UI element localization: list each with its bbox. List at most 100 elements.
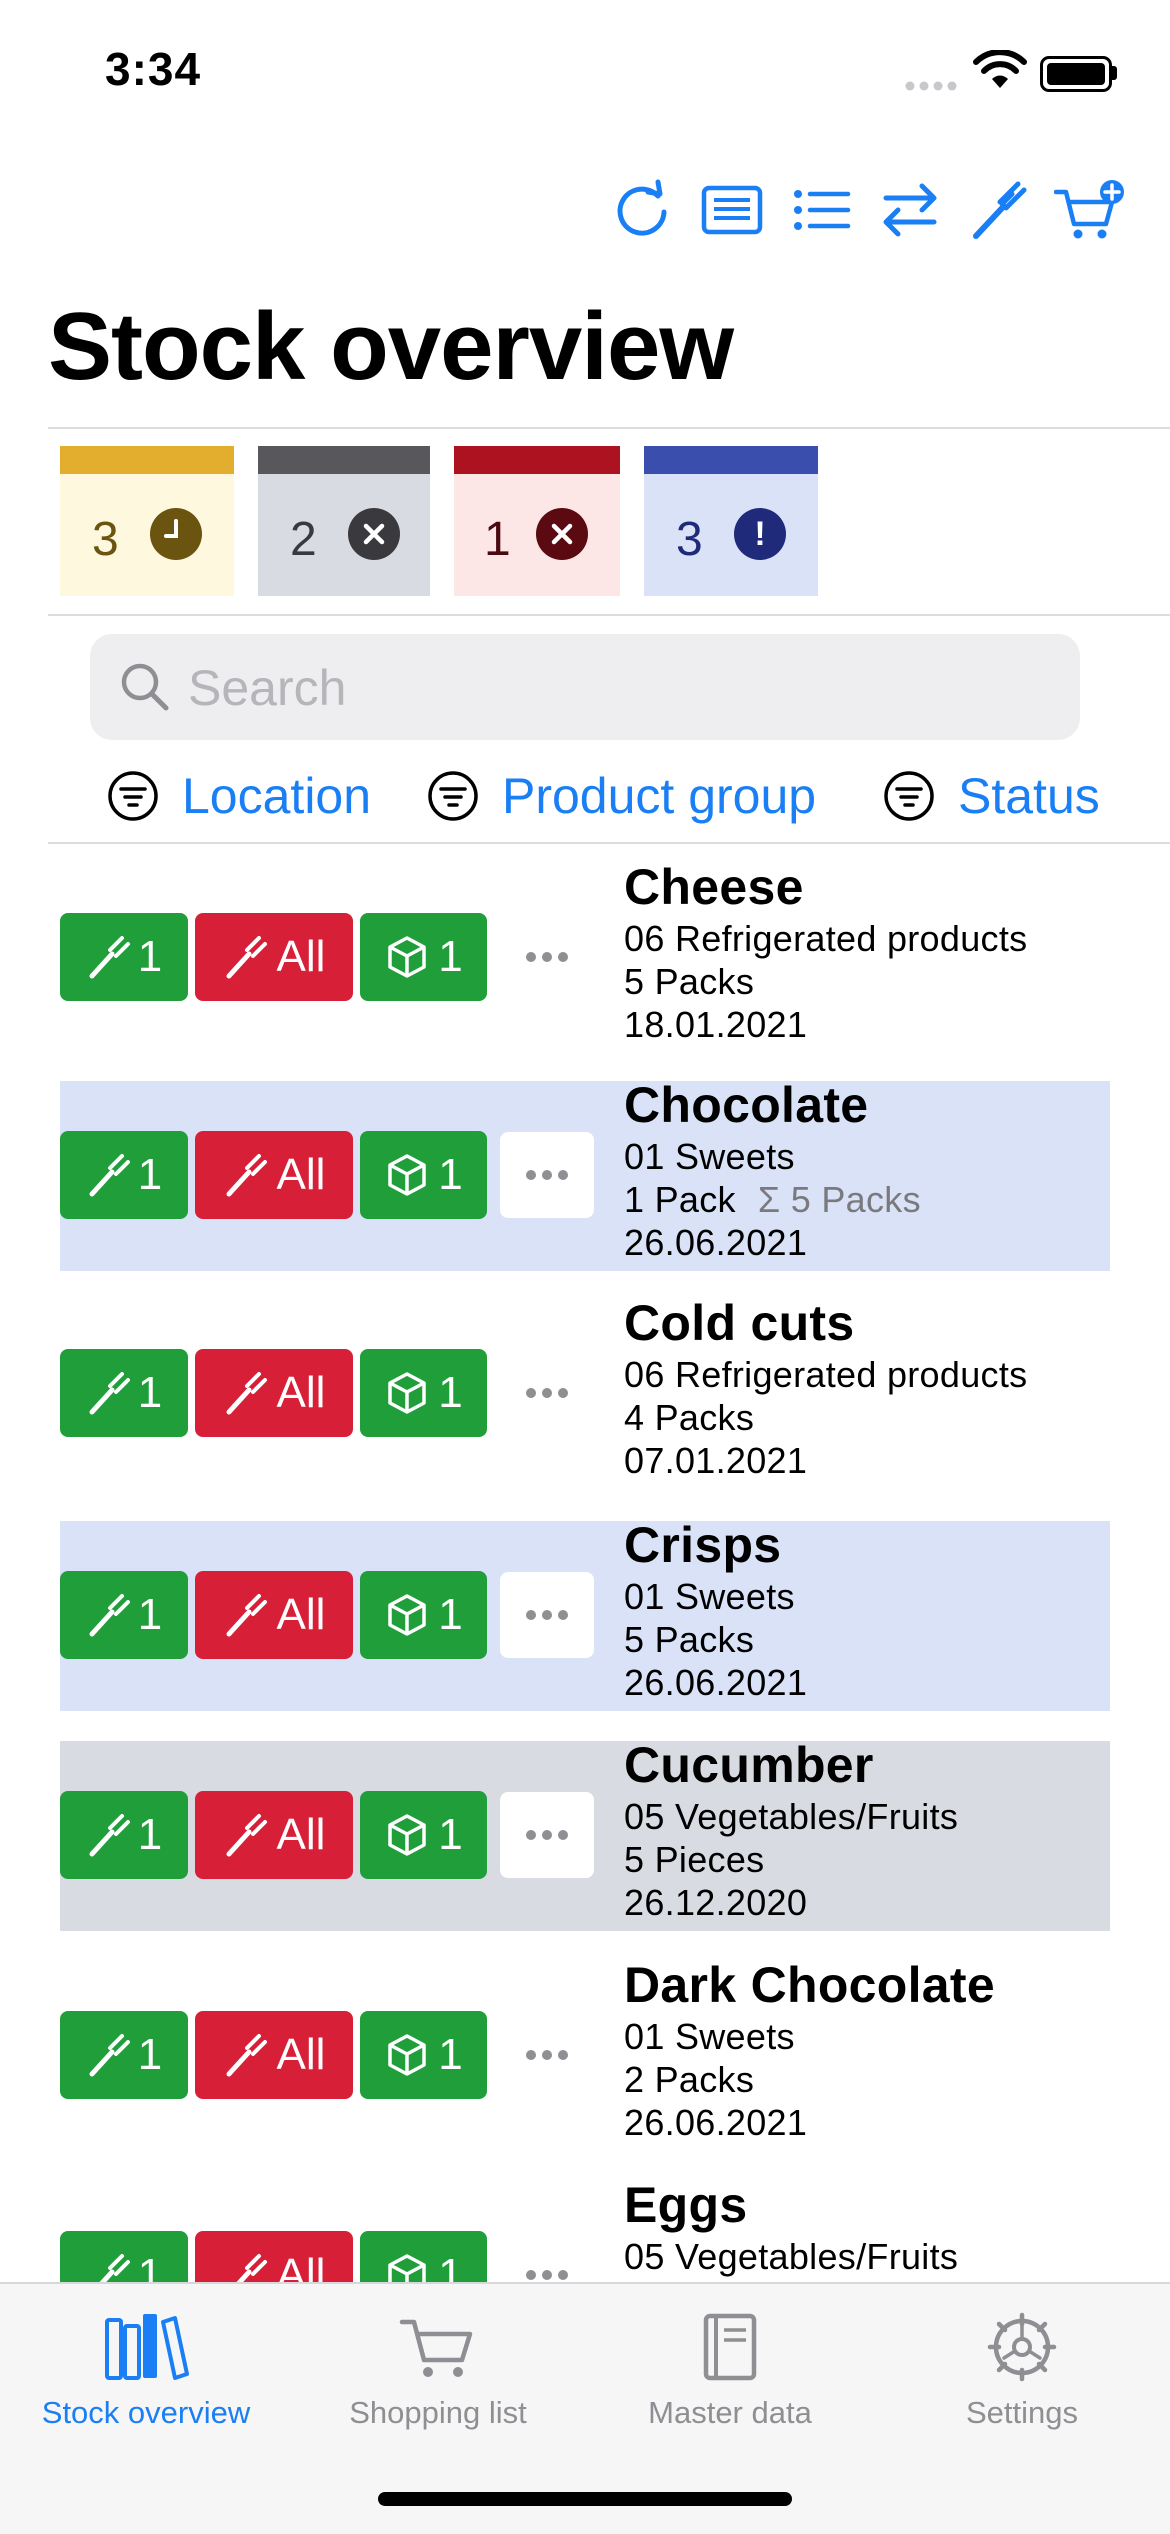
search-input[interactable] (186, 654, 1050, 722)
list-icon[interactable] (790, 178, 854, 242)
fork-icon (226, 2034, 267, 2077)
more-button[interactable] (500, 914, 594, 1000)
product-info: Crisps 01 Sweets 5 Packs 26.06.2021 (624, 1515, 807, 1704)
list-item[interactable]: 1 All 1 Chocolate 01 Sweets 1 Pack Σ 5 Pa… (60, 1077, 1110, 1271)
fork-icon[interactable] (966, 178, 1030, 242)
overdue-count: 1 (484, 513, 511, 566)
product-best-before: 07.01.2021 (624, 1440, 808, 1481)
product-amount: 1 Pack (624, 1179, 736, 1220)
box-icon (388, 936, 426, 978)
product-group: 06 Refrigerated products (624, 918, 1028, 959)
clock-icon (150, 508, 202, 560)
consume-one-button[interactable]: 1 (60, 1349, 188, 1437)
box-icon (388, 1372, 426, 1414)
consume-all-button[interactable]: All (195, 1791, 353, 1879)
box-icon (388, 1594, 426, 1636)
battery-cap (1112, 66, 1117, 80)
product-info: Cold cuts 06 Refrigerated products 4 Pac… (624, 1293, 1027, 1482)
tab-label: Stock overview (41, 2395, 251, 2430)
list-item[interactable]: 1 All 1 Cucumber 05 Vegetables/Fruits 5 … (60, 1737, 1110, 1931)
expired-tile[interactable]: 2 (258, 446, 430, 596)
product-info: Eggs 05 Vegetables/Fruits (624, 2175, 958, 2278)
divider (48, 842, 1170, 844)
fork-icon (89, 936, 130, 979)
books-icon (105, 2314, 189, 2380)
list-item[interactable]: 1 All 1 Cold cuts 06 Refrigerated produc… (60, 1295, 1110, 1489)
search-field[interactable] (90, 634, 1080, 740)
product-best-before: 18.01.2021 (624, 1004, 808, 1045)
gear-icon (987, 2312, 1057, 2382)
product-name: Eggs (624, 2177, 748, 2233)
list-item[interactable]: 1 All 1 Dark Chocolate 01 Sweets 2 Packs… (60, 1957, 1110, 2151)
list-item[interactable]: 1 All 1 Crisps 01 Sweets 5 Packs 26.06.2… (60, 1517, 1110, 1711)
product-amount: 2 Packs (624, 2059, 755, 2100)
product-info: Dark Chocolate 01 Sweets 2 Packs 26.06.2… (624, 1955, 995, 2144)
consume-one-button[interactable]: 1 (60, 913, 188, 1001)
fork-icon (226, 1814, 267, 1857)
product-group: 05 Vegetables/Fruits (624, 1796, 959, 1837)
tab-shopping-list[interactable]: Shopping list (292, 2312, 584, 2431)
location-filter[interactable]: Location (106, 766, 371, 826)
more-button[interactable] (500, 1350, 594, 1436)
below-min-stock-tile[interactable]: 3 ! (644, 446, 818, 596)
consume-one-button[interactable]: 1 (60, 1131, 188, 1219)
consume-all-button[interactable]: All (195, 1349, 353, 1437)
fork-icon (89, 1154, 130, 1197)
box-icon (388, 1154, 426, 1196)
product-group: 01 Sweets (624, 2016, 795, 2057)
product-best-before: 26.06.2021 (624, 2102, 808, 2143)
product-name: Chocolate (624, 1077, 869, 1133)
product-group-filter-label: Product group (502, 768, 817, 824)
product-group: 01 Sweets (624, 1136, 795, 1177)
consume-one-button[interactable]: 1 (60, 1571, 188, 1659)
open-one-button[interactable]: 1 (360, 1131, 487, 1219)
more-button[interactable] (500, 2012, 594, 2098)
cart-add-icon[interactable] (1054, 178, 1126, 242)
list-item[interactable]: 1 All 1 Cheese 06 Refrigerated products … (60, 859, 1110, 1053)
journal-icon[interactable] (700, 178, 764, 242)
product-group-filter[interactable]: Product group (426, 766, 816, 826)
xmark-circle-icon (348, 508, 400, 560)
product-name: Cheese (624, 859, 804, 915)
open-one-button[interactable]: 1 (360, 1571, 487, 1659)
consume-all-button[interactable]: All (195, 1571, 353, 1659)
consume-one-button[interactable]: 1 (60, 2011, 188, 2099)
fork-icon (226, 1154, 267, 1197)
product-amount-sum: Σ 5 Packs (757, 1179, 921, 1220)
consume-all-button[interactable]: All (195, 913, 353, 1001)
tab-stock-overview[interactable]: Stock overview (0, 2312, 292, 2431)
below-min-stock-count: 3 (676, 513, 703, 566)
tab-label: Shopping list (349, 2395, 527, 2430)
refresh-icon[interactable] (612, 178, 676, 242)
more-button[interactable] (500, 1792, 594, 1878)
consume-all-button[interactable]: All (195, 1131, 353, 1219)
transfer-icon[interactable] (878, 178, 942, 242)
open-one-button[interactable]: 1 (360, 2011, 487, 2099)
more-button[interactable] (500, 1132, 594, 1218)
divider (48, 427, 1170, 429)
due-soon-tile[interactable]: 3 (60, 446, 234, 596)
product-name: Crisps (624, 1517, 782, 1573)
exclamation-circle-icon: ! (734, 508, 786, 560)
status-filter-label: Status (958, 768, 1100, 824)
status-filter[interactable]: Status (882, 766, 1100, 826)
consume-all-button[interactable]: All (195, 2011, 353, 2099)
tab-master-data[interactable]: Master data (584, 2312, 876, 2431)
more-button[interactable] (500, 1572, 594, 1658)
fork-icon (226, 1372, 267, 1415)
expired-count: 2 (290, 513, 317, 566)
consume-one-button[interactable]: 1 (60, 1791, 188, 1879)
tab-settings[interactable]: Settings (876, 2312, 1168, 2431)
fork-icon (89, 1814, 130, 1857)
open-one-button[interactable]: 1 (360, 913, 487, 1001)
open-one-button[interactable]: 1 (360, 1791, 487, 1879)
overdue-tile[interactable]: 1 (454, 446, 620, 596)
box-icon (388, 2034, 426, 2076)
product-info: Chocolate 01 Sweets 1 Pack Σ 5 Packs 26.0… (624, 1075, 921, 1264)
product-info: Cheese 06 Refrigerated products 5 Packs … (624, 857, 1027, 1046)
tab-label: Master data (648, 2395, 812, 2430)
open-one-button[interactable]: 1 (360, 1349, 487, 1437)
product-amount: 5 Pieces (624, 1839, 765, 1880)
filter-icon (428, 771, 478, 821)
product-best-before: 26.12.2020 (624, 1882, 808, 1923)
